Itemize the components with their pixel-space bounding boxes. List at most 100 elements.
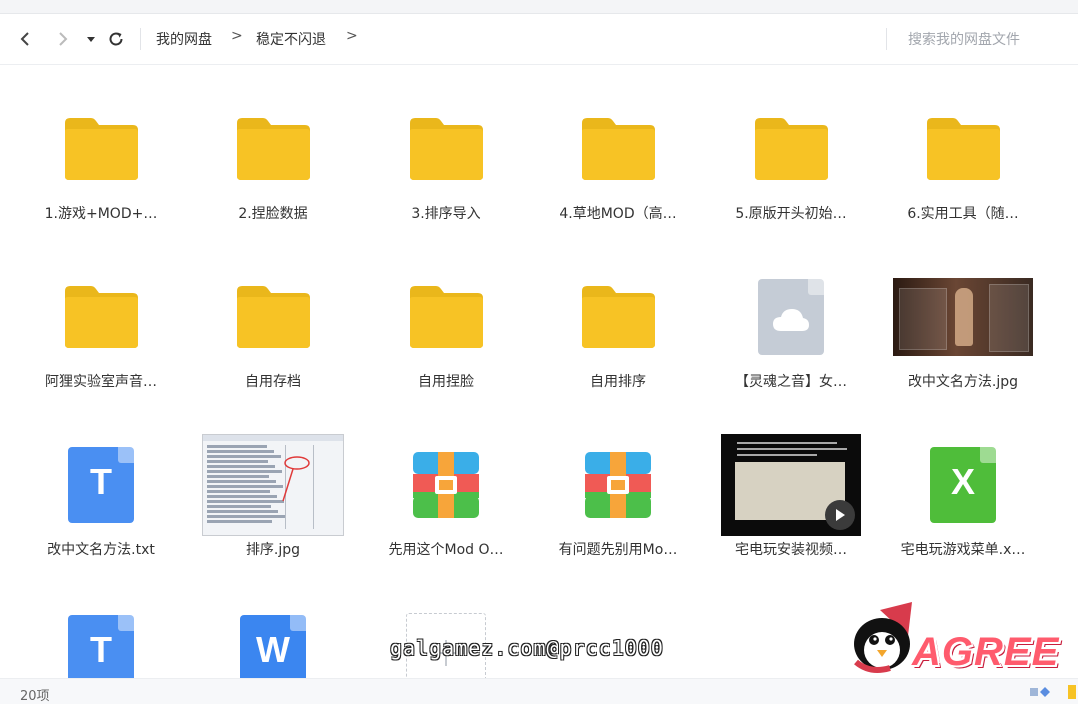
breadcrumb-separator: > <box>346 28 358 44</box>
file-item[interactable]: 1.游戏+MOD+… <box>16 74 186 224</box>
refresh-button[interactable] <box>105 28 127 50</box>
file-thumbnail <box>361 94 531 204</box>
file-thumbnail <box>16 262 186 372</box>
file-name-label: 先用这个Mod O… <box>388 542 504 558</box>
excel-spreadsheet-icon: X <box>930 447 996 523</box>
file-thumbnail <box>533 94 703 204</box>
folder-icon <box>582 118 655 180</box>
annotation-arrow-icon <box>282 456 310 502</box>
file-thumbnail <box>878 94 1048 204</box>
file-item[interactable]: 4.草地MOD（高… <box>533 74 703 224</box>
file-item[interactable]: T <box>16 578 186 678</box>
back-button[interactable] <box>14 28 36 50</box>
file-thumbnail <box>706 94 876 204</box>
file-name-label: 宅电玩游戏菜单.x… <box>900 542 1026 558</box>
file-name-label: 阿狸实验室声音… <box>45 374 157 390</box>
file-item[interactable]: T 改中文名方法.txt <box>16 410 186 560</box>
breadcrumb-separator: > <box>231 28 243 44</box>
file-thumbnail <box>878 262 1048 372</box>
folder-icon <box>65 118 138 180</box>
file-name-label: 6.实用工具（随… <box>907 206 1019 222</box>
folder-icon <box>237 118 310 180</box>
file-name-label: 【灵魂之音】女… <box>735 374 847 390</box>
file-name-label: 5.原版开头初始… <box>735 206 847 222</box>
file-item[interactable]: 阿狸实验室声音… <box>16 242 186 392</box>
nav-divider <box>140 28 141 50</box>
watermark-text: galgamez.com@prcc1000 <box>390 636 664 660</box>
folder-icon <box>755 118 828 180</box>
breadcrumb-current-folder[interactable]: 稳定不闪退 <box>256 29 326 49</box>
play-icon <box>825 500 855 530</box>
text-file-icon: T <box>68 447 134 523</box>
file-item[interactable]: 自用存档 <box>188 242 358 392</box>
file-name-label: 2.捏脸数据 <box>238 206 308 222</box>
file-name-label: 排序.jpg <box>245 542 301 558</box>
history-dropdown-button[interactable] <box>84 28 98 50</box>
brand-logo: AGREE <box>850 600 1070 678</box>
file-item[interactable]: 排序.jpg <box>188 410 358 560</box>
penguin-mascot-icon <box>854 602 912 673</box>
forward-button[interactable] <box>52 28 74 50</box>
file-grid: 1.游戏+MOD+… 2.捏脸数据 3.排序导入 4.草地MOD（高… 5.原版… <box>0 64 1078 678</box>
cloud-icon <box>773 309 809 331</box>
word-document-icon: W <box>240 615 306 678</box>
text-file-icon: T <box>68 615 134 678</box>
file-thumbnail <box>533 430 703 540</box>
file-item[interactable]: 6.实用工具（随… <box>878 74 1048 224</box>
breadcrumb-my-drive[interactable]: 我的网盘 <box>156 29 212 49</box>
file-name-label: 自用捏脸 <box>418 374 474 390</box>
file-type-letter: T <box>90 461 112 502</box>
file-thumbnail: T <box>16 598 186 678</box>
file-item[interactable]: X 宅电玩游戏菜单.x… <box>878 410 1048 560</box>
caret-down-icon <box>87 37 95 42</box>
file-thumbnail <box>16 94 186 204</box>
file-name-label: 4.草地MOD（高… <box>559 206 677 222</box>
file-name-label: 自用排序 <box>590 374 646 390</box>
chevron-left-icon <box>20 32 29 46</box>
file-thumbnail <box>361 262 531 372</box>
file-item[interactable]: 5.原版开头初始… <box>706 74 876 224</box>
file-item[interactable]: 改中文名方法.jpg <box>878 242 1048 392</box>
drive-icon <box>1068 685 1076 699</box>
file-thumbnail <box>188 262 358 372</box>
file-name-label: 3.排序导入 <box>411 206 481 222</box>
search-input[interactable] <box>898 27 1078 53</box>
image-thumbnail <box>202 434 344 536</box>
folder-icon <box>410 118 483 180</box>
file-name-label: 宅电玩安装视频… <box>735 542 847 558</box>
cloud-file-icon <box>758 279 824 355</box>
search-divider <box>886 28 887 50</box>
file-thumbnail: T <box>16 430 186 540</box>
video-thumbnail <box>721 434 861 536</box>
folder-icon <box>237 286 310 348</box>
file-type-letter: X <box>950 461 975 502</box>
archive-file-icon <box>413 452 479 518</box>
folder-icon <box>582 286 655 348</box>
folder-icon <box>410 286 483 348</box>
file-item[interactable]: 宅电玩安装视频… <box>706 410 876 560</box>
window-top-strip <box>0 0 1078 14</box>
new-item-tile[interactable] <box>361 578 531 678</box>
file-thumbnail: X <box>878 430 1048 540</box>
image-thumbnail <box>893 278 1033 356</box>
file-name-label: 改中文名方法.txt <box>47 542 155 558</box>
brand-logo-text: AGREE <box>912 630 1060 674</box>
navigation-bar: 我的网盘 > 稳定不闪退 > <box>0 14 1078 65</box>
file-item[interactable]: 有问题先别用Mo… <box>533 410 703 560</box>
file-item[interactable]: 【灵魂之音】女… <box>706 242 876 392</box>
file-name-label: 改中文名方法.jpg <box>907 374 1019 390</box>
file-item[interactable]: 3.排序导入 <box>361 74 531 224</box>
status-bar: 20项 <box>0 678 1078 704</box>
file-thumbnail <box>188 430 358 540</box>
file-thumbnail <box>706 430 876 540</box>
file-name-label: 1.游戏+MOD+… <box>44 206 158 222</box>
file-item[interactable]: 2.捏脸数据 <box>188 74 358 224</box>
file-item[interactable]: W <box>188 578 358 678</box>
file-thumbnail <box>188 94 358 204</box>
file-item[interactable]: 自用排序 <box>533 242 703 392</box>
file-item[interactable]: 自用捏脸 <box>361 242 531 392</box>
file-item[interactable]: 先用这个Mod O… <box>361 410 531 560</box>
archive-file-icon <box>585 452 651 518</box>
view-toggle-icon[interactable] <box>1030 687 1052 697</box>
item-count: 20项 <box>20 689 50 704</box>
